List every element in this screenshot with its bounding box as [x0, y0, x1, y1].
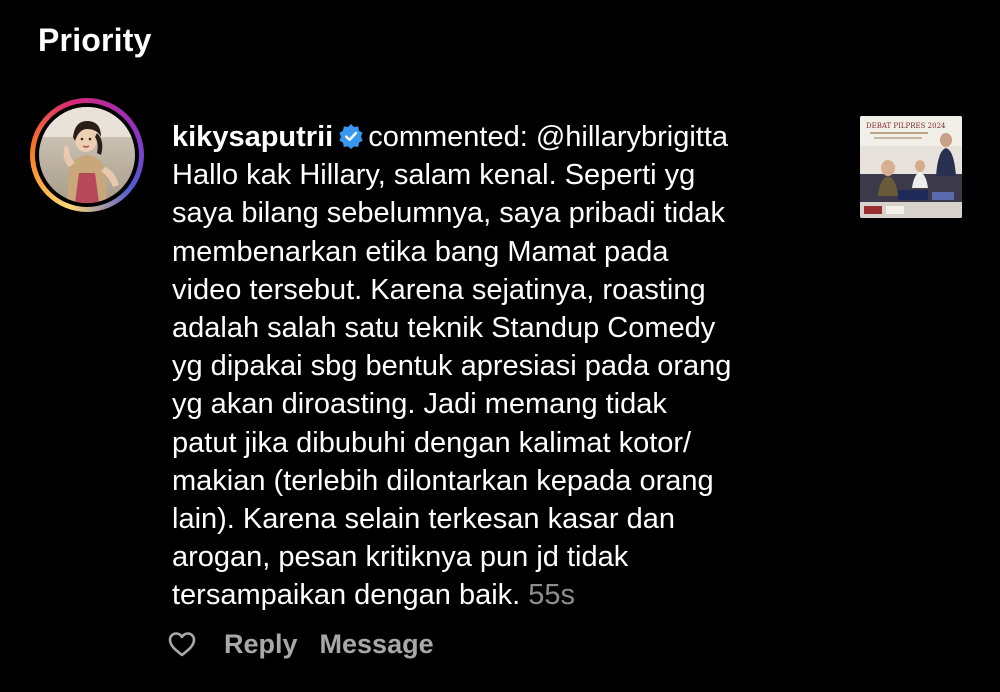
post-thumbnail-image: DEBAT PILPRES 2024 [860, 116, 962, 218]
comment-line: Hallo kak Hillary, salam kenal. Seperti … [172, 159, 696, 192]
notification-action: commented: [368, 121, 528, 153]
timestamp: 55s [528, 579, 576, 612]
comment-line: saya bilang sebelumnya, saya pribadi tid… [172, 197, 725, 230]
message-button[interactable]: Message [320, 629, 434, 660]
comment-line: lain). Karena selain terkesan kasar dan [172, 503, 675, 536]
comment-line: yg akan diroasting. Jadi memang tidak [172, 388, 667, 421]
comment-line: adalah salah satu teknik Standup Comedy [172, 312, 716, 345]
verified-badge-icon [339, 124, 363, 149]
notification-text[interactable]: kikysaputrii commented: @hillarybrigitta … [172, 118, 832, 615]
comment-line: arogan, pesan kritiknya pun jd tidak [172, 541, 629, 574]
comment-line: makian (terlebih dilontarkan kepada oran… [172, 464, 714, 497]
post-thumbnail[interactable]: DEBAT PILPRES 2024 [860, 116, 962, 218]
notification-header-line: kikysaputrii commented: @hillarybrigitta [172, 118, 832, 156]
comment-line: patut jika dibubuhi dengan kalimat kotor… [172, 426, 692, 459]
avatar [39, 107, 135, 203]
username[interactable]: kikysaputrii [172, 121, 333, 153]
thumbnail-caption: DEBAT PILPRES 2024 [866, 122, 946, 130]
comment-last-line: tersampaikan dengan baik. 55s [172, 576, 832, 614]
notification-actions: Reply Message [166, 624, 456, 664]
avatar-photo [39, 107, 135, 203]
avatar-story-ring[interactable] [30, 98, 144, 212]
mention-link[interactable]: @hillarybrigitta [536, 121, 728, 153]
reply-button[interactable]: Reply [224, 629, 298, 660]
comment-line: tersampaikan dengan baik. [172, 579, 521, 612]
comment-line: membenarkan etika bang Mamat pada [172, 235, 669, 268]
comment-line: yg dipakai sbg bentuk apresiasi pada ora… [172, 350, 732, 383]
heart-outline-icon[interactable] [166, 628, 198, 660]
comment-line: video tersebut. Karena sejatinya, roasti… [172, 273, 706, 306]
section-title: Priority [38, 22, 152, 58]
